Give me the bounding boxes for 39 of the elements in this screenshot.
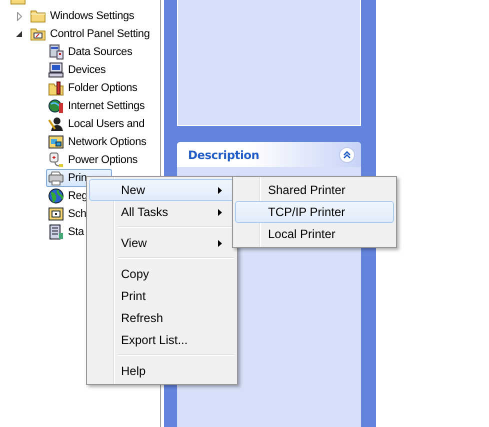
tree-item[interactable]: Local Users and: [46, 115, 146, 133]
printer-icon: [48, 170, 64, 186]
menu-item[interactable]: TCP/IP Printer: [235, 201, 394, 223]
tree-item[interactable]: Control Panel Setting: [28, 25, 152, 43]
menu-item[interactable]: View: [89, 232, 235, 254]
menu-item[interactable]: Shared Printer: [235, 179, 394, 201]
computer-icon: [48, 62, 64, 78]
menu-item[interactable]: Export List...: [89, 329, 235, 351]
collapsed-triangle-icon[interactable]: [16, 12, 22, 20]
tree-item[interactable]: Network Options: [46, 133, 148, 151]
user-icon: [48, 116, 64, 132]
control-panel-folder-icon: [30, 26, 46, 42]
menu-item[interactable]: New: [89, 179, 235, 201]
tree-item[interactable]: Internet Settings: [46, 97, 147, 115]
tree-item[interactable]: Windows Settings: [28, 7, 136, 25]
tree-item[interactable]: Sta: [46, 223, 86, 241]
tree-item[interactable]: Devices: [46, 61, 108, 79]
section-title: Description: [188, 148, 260, 162]
tree-item[interactable]: Power Options: [46, 151, 140, 169]
collapse-chevron-icon[interactable]: [339, 146, 355, 162]
folder-icon: [30, 8, 46, 24]
menu-item[interactable]: All Tasks: [89, 201, 235, 223]
calendar-icon: [48, 206, 64, 222]
menu-item[interactable]: Local Printer: [235, 223, 394, 245]
window-icon: [48, 134, 64, 150]
expanded-triangle-icon[interactable]: [16, 31, 22, 37]
tree-item[interactable]: Sch: [46, 205, 88, 223]
menu-item[interactable]: Print: [89, 285, 235, 307]
globe-icon: [48, 98, 64, 114]
tree-item[interactable]: Data Sources: [46, 43, 134, 61]
folder-icon: [48, 80, 64, 96]
menu-item[interactable]: Copy: [89, 263, 235, 285]
server-icon: [48, 44, 64, 60]
plug-icon: [48, 152, 64, 168]
menu-item[interactable]: Refresh: [89, 307, 235, 329]
menu-item[interactable]: Help: [89, 360, 235, 382]
phone-icon: [48, 224, 64, 240]
globe-icon: [48, 188, 64, 204]
tree-item[interactable]: Folder Options: [46, 79, 140, 97]
